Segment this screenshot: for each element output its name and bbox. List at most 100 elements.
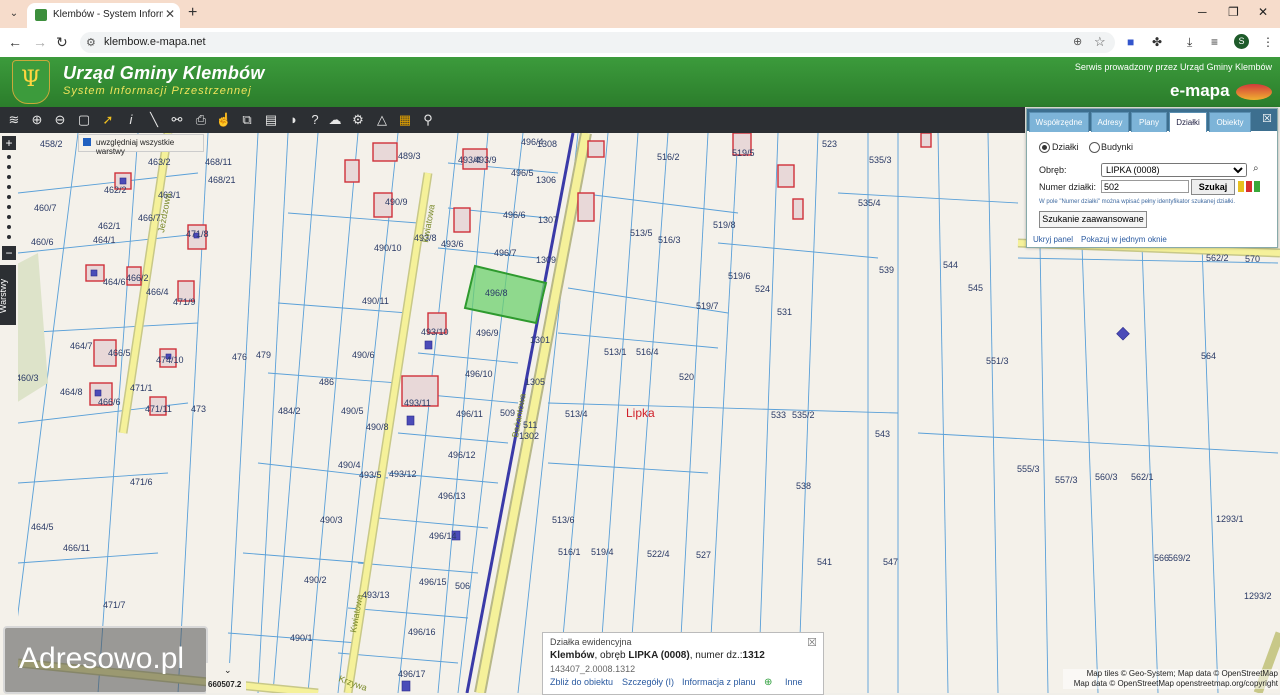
zoom-level-dot[interactable] xyxy=(7,175,11,179)
zoom-to-object-link[interactable]: Zbliż do obiektu xyxy=(550,677,613,687)
browser-menu-icon[interactable]: ⋮ xyxy=(1262,35,1274,49)
color-yellow-swatch[interactable] xyxy=(1238,181,1244,192)
parcel-label: 541 xyxy=(817,557,832,567)
place-name: Klembów xyxy=(550,650,595,661)
parcel-label: 460/3 xyxy=(18,373,39,383)
zoom-level-dot[interactable] xyxy=(7,195,11,199)
restore-icon[interactable]: ❐ xyxy=(1228,5,1239,19)
measure-icon[interactable]: ╲ xyxy=(144,110,164,130)
search-icon[interactable]: ⌕ xyxy=(1253,163,1259,174)
zoom-level-dot[interactable] xyxy=(7,155,11,159)
settings-icon[interactable]: ⚙ xyxy=(348,110,368,130)
color-green-swatch[interactable] xyxy=(1254,181,1260,192)
parcel-label: 493/5 xyxy=(359,470,382,480)
hand-icon[interactable]: ☝ xyxy=(214,110,234,130)
color-red-swatch[interactable] xyxy=(1246,181,1252,192)
numer-dzialki-input[interactable] xyxy=(1101,180,1189,193)
plus-circle-icon[interactable]: ⊕ xyxy=(764,677,772,688)
table-icon[interactable]: ▤ xyxy=(261,110,281,130)
plan-info-link[interactable]: Informacja z planu xyxy=(682,677,756,687)
zoom-level-dot[interactable] xyxy=(7,165,11,169)
details-link[interactable]: Szczegóły (I) xyxy=(622,677,674,687)
parcel-label: 496/16 xyxy=(408,627,436,637)
cloud-icon[interactable]: ☁ xyxy=(325,110,345,130)
zoom-level-dot[interactable] xyxy=(7,215,11,219)
popup-close-icon[interactable]: ☒ xyxy=(807,636,817,649)
map-toolbar: ≋ ⊕ ⊖ ▢ ➚ i ╲ ⚯ ⎙ ☝ ⧉ ▤ ◗ ? ☁ ⚙ △ ▦ ⚲ xyxy=(0,107,1025,133)
tab-dzialki[interactable]: Działki xyxy=(1169,112,1207,132)
zoom-indicator-icon[interactable]: ⊕ xyxy=(1073,35,1082,48)
adresowo-watermark: Adresowo.pl xyxy=(3,626,208,694)
layers-icon[interactable]: ≋ xyxy=(4,110,24,130)
locality-label: Lipka xyxy=(626,406,655,420)
url-text[interactable]: klembow.e-mapa.net xyxy=(104,36,206,48)
color-grid-icon[interactable]: ▦ xyxy=(395,110,415,130)
zoom-level-dot[interactable] xyxy=(7,205,11,209)
forward-icon[interactable]: → xyxy=(33,34,47,50)
tab-plany[interactable]: Plany xyxy=(1131,112,1167,132)
zoom-extent-icon[interactable]: ▢ xyxy=(74,110,94,130)
info-icon[interactable]: i xyxy=(121,110,141,130)
zoom-minus-button[interactable]: − xyxy=(2,246,16,260)
reading-list-icon[interactable]: ≡ xyxy=(1211,35,1218,49)
new-tab-button[interactable]: + xyxy=(188,4,197,22)
gps-icon[interactable]: ⚲ xyxy=(418,110,438,130)
print-icon[interactable]: ⎙ xyxy=(191,110,211,130)
extensions-puzzle-icon[interactable]: ✤ xyxy=(1152,35,1162,49)
obreb-select[interactable]: LIPKA (0008) xyxy=(1101,163,1247,177)
radio-dzialki[interactable] xyxy=(1039,142,1050,153)
advanced-search-button[interactable]: Szukanie zaawansowane xyxy=(1039,211,1147,228)
zoom-in-icon[interactable]: ⊕ xyxy=(27,110,47,130)
layers-side-tab[interactable]: Warstwy xyxy=(0,265,16,325)
panel-close-icon[interactable]: ☒ xyxy=(1261,113,1273,125)
parcel-label: 460/7 xyxy=(34,203,57,213)
address-bar[interactable]: ⚙ klembow.e-mapa.net ⊕ ☆ xyxy=(80,32,1115,53)
link-icon[interactable]: ⚯ xyxy=(167,110,187,130)
warning-icon[interactable]: △ xyxy=(372,110,392,130)
bookmark-star-icon[interactable]: ☆ xyxy=(1094,34,1106,50)
parcel-label: 471/9 xyxy=(173,297,196,307)
all-layers-checkbox[interactable]: uwzględniaj wszystkie warstwy xyxy=(78,134,204,156)
parcel-label: 466/6 xyxy=(98,397,121,407)
browser-tab[interactable]: Klembów - System Informacji P ✕ xyxy=(27,3,180,28)
parcel-label: 471/1 xyxy=(130,383,153,393)
site-info-icon[interactable]: ⚙ xyxy=(86,36,96,49)
profile-avatar[interactable]: S xyxy=(1234,34,1249,49)
hide-panel-link[interactable]: Ukryj panel xyxy=(1033,235,1073,244)
parcel-label: 484/2 xyxy=(278,406,301,416)
zoom-level-dot[interactable] xyxy=(7,225,11,229)
parcel-label: 462/2 xyxy=(104,185,127,195)
help-icon[interactable]: ? xyxy=(305,110,325,130)
zoom-level-dot[interactable] xyxy=(7,185,11,189)
szukaj-button[interactable]: Szukaj xyxy=(1191,179,1235,195)
parcel-label: 490/3 xyxy=(320,515,343,525)
toggle-icon[interactable]: ⧉ xyxy=(237,110,257,130)
window-close-icon[interactable]: ✕ xyxy=(1258,5,1268,19)
back-icon[interactable]: ← xyxy=(8,34,22,50)
tab-search-icon[interactable]: ⌄ xyxy=(6,6,22,22)
reload-icon[interactable]: ↻ xyxy=(56,34,68,51)
checkbox-checked-icon[interactable] xyxy=(83,138,91,146)
extension-icon[interactable]: ■ xyxy=(1127,35,1134,49)
single-window-link[interactable]: Pokazuj w jednym oknie xyxy=(1081,235,1167,244)
select-arrow-icon[interactable]: ➚ xyxy=(98,110,118,130)
other-link[interactable]: Inne xyxy=(785,677,803,687)
tab-obiekty[interactable]: Obiekty xyxy=(1209,112,1251,132)
speech-icon[interactable]: ◗ xyxy=(284,110,304,130)
parcel-label: 493/12 xyxy=(389,469,417,479)
zoom-out-icon[interactable]: ⊖ xyxy=(50,110,70,130)
tab-wspolrzedne[interactable]: Współrzędne xyxy=(1029,112,1089,132)
chevron-down-icon[interactable]: ⌄ xyxy=(224,665,232,676)
parcel-label: 490/11 xyxy=(362,296,389,306)
tab-close-icon[interactable]: ✕ xyxy=(165,7,175,21)
minimize-icon[interactable]: ─ xyxy=(1198,5,1207,19)
parcel-label: 557/3 xyxy=(1055,475,1078,485)
download-icon[interactable]: ⤓ xyxy=(1187,35,1192,50)
parcel-label: 523 xyxy=(822,139,837,149)
parcel-label: 458/2 xyxy=(40,139,63,149)
parcel-info-popup: Działka ewidencyjna ☒ Klembów, obręb LIP… xyxy=(542,632,824,695)
zoom-level-dot[interactable] xyxy=(7,235,11,239)
zoom-plus-button[interactable]: + xyxy=(2,136,16,150)
tab-adresy[interactable]: Adresy xyxy=(1091,112,1129,132)
radio-budynki[interactable] xyxy=(1089,142,1100,153)
